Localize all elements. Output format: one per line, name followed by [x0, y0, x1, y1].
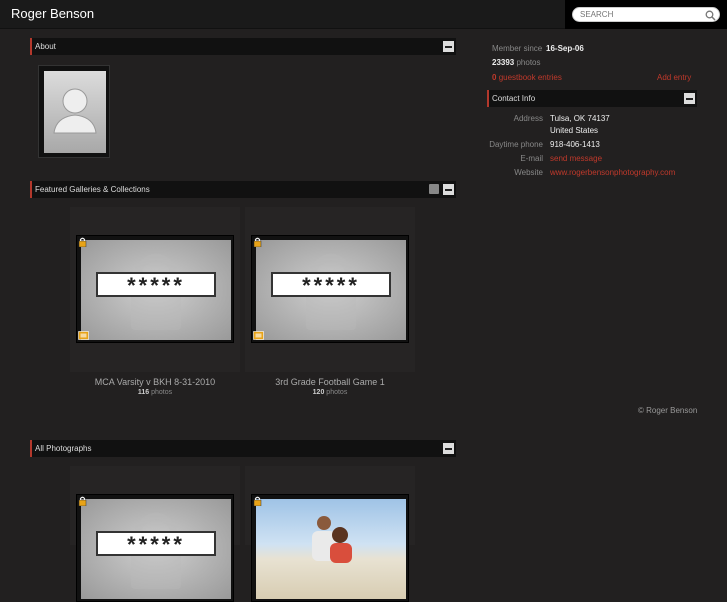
about-header: About [30, 38, 456, 55]
gallery-icon [253, 331, 264, 340]
password-mask: ***** [96, 531, 216, 557]
password-mask: ***** [271, 272, 391, 298]
about-collapse-button[interactable] [443, 41, 454, 52]
guestbook-count: 0 [492, 73, 497, 82]
search-input[interactable] [572, 7, 720, 22]
lock-icon [253, 496, 262, 506]
photo-thumbnail[interactable]: ***** [76, 494, 234, 602]
gallery-photo-count: 120 photos [245, 389, 415, 396]
address-line2: United States [550, 126, 599, 135]
gallery-thumbnail[interactable]: ***** [76, 235, 234, 343]
locked-thumbnail: ***** [81, 240, 231, 340]
address-line1: Tulsa, OK 74137 [550, 114, 610, 123]
lock-icon [253, 237, 262, 247]
gallery-icon [78, 331, 89, 340]
user-silhouette-icon [53, 88, 97, 134]
photo-count-label: photos [326, 389, 348, 396]
website-label: Website [514, 168, 543, 177]
member-since-label: Member since [492, 44, 543, 53]
guestbook-link[interactable]: 0 guestbook entries [492, 73, 562, 82]
gallery-title[interactable]: MCA Varsity v BKH 8-31-2010 [70, 377, 240, 387]
search-icon[interactable] [705, 10, 716, 21]
website-link[interactable]: www.rogerbensonphotography.com [550, 168, 675, 177]
gallery-photo-count: 116 photos [70, 389, 240, 396]
phone-value: 918-406-1413 [550, 140, 600, 149]
photo-count-text: photos [516, 58, 541, 67]
gallery-card[interactable]: ***** [245, 207, 415, 372]
copyright: © Roger Benson [638, 406, 698, 415]
gallery-thumbnail[interactable]: ***** [251, 235, 409, 343]
photo-count-number: 23393 [492, 58, 515, 67]
all-photos-title: All Photographs [35, 444, 92, 453]
lock-icon [78, 237, 87, 247]
locked-thumbnail: ***** [81, 499, 231, 599]
locked-thumbnail: ***** [256, 240, 406, 340]
lock-icon [78, 496, 87, 506]
gallery-card[interactable]: ***** [70, 207, 240, 372]
email-label: E-mail [520, 154, 543, 163]
rss-icon[interactable] [429, 184, 439, 194]
top-bar: Roger Benson [0, 0, 727, 29]
guestbook-label: guestbook entries [498, 73, 562, 82]
gallery-title[interactable]: 3rd Grade Football Game 1 [245, 377, 415, 387]
email-link[interactable]: send message [550, 154, 602, 163]
site-title[interactable]: Roger Benson [11, 6, 94, 21]
featured-header: Featured Galleries & Collections [30, 181, 456, 198]
member-since-value: 16-Sep-06 [546, 44, 584, 53]
contact-header: Contact Info [487, 90, 697, 107]
add-entry-link[interactable]: Add entry [657, 73, 691, 82]
password-mask: ***** [96, 272, 216, 298]
photo-card[interactable] [245, 466, 415, 602]
photo-count: 23393 photos [492, 58, 541, 67]
people-photo-image [312, 516, 352, 563]
address-label: Address [513, 114, 543, 123]
photo-card[interactable]: ***** [70, 466, 240, 602]
about-title: About [35, 42, 56, 51]
photo-thumbnail[interactable] [251, 494, 409, 602]
all-photos-collapse-button[interactable] [443, 443, 454, 454]
photo-count-value: 116 [137, 389, 150, 396]
photo-count-label: photos [151, 389, 173, 396]
contact-title: Contact Info [492, 94, 536, 103]
contact-collapse-button[interactable] [684, 93, 695, 104]
search-area [565, 0, 727, 29]
avatar [38, 65, 110, 158]
phone-label: Daytime phone [489, 140, 543, 149]
featured-collapse-button[interactable] [443, 184, 454, 195]
avatar-placeholder [44, 71, 106, 153]
beach-photo [256, 499, 406, 599]
featured-title: Featured Galleries & Collections [35, 185, 150, 194]
all-photos-header: All Photographs [30, 440, 456, 457]
photo-count-value: 120 [312, 389, 325, 396]
